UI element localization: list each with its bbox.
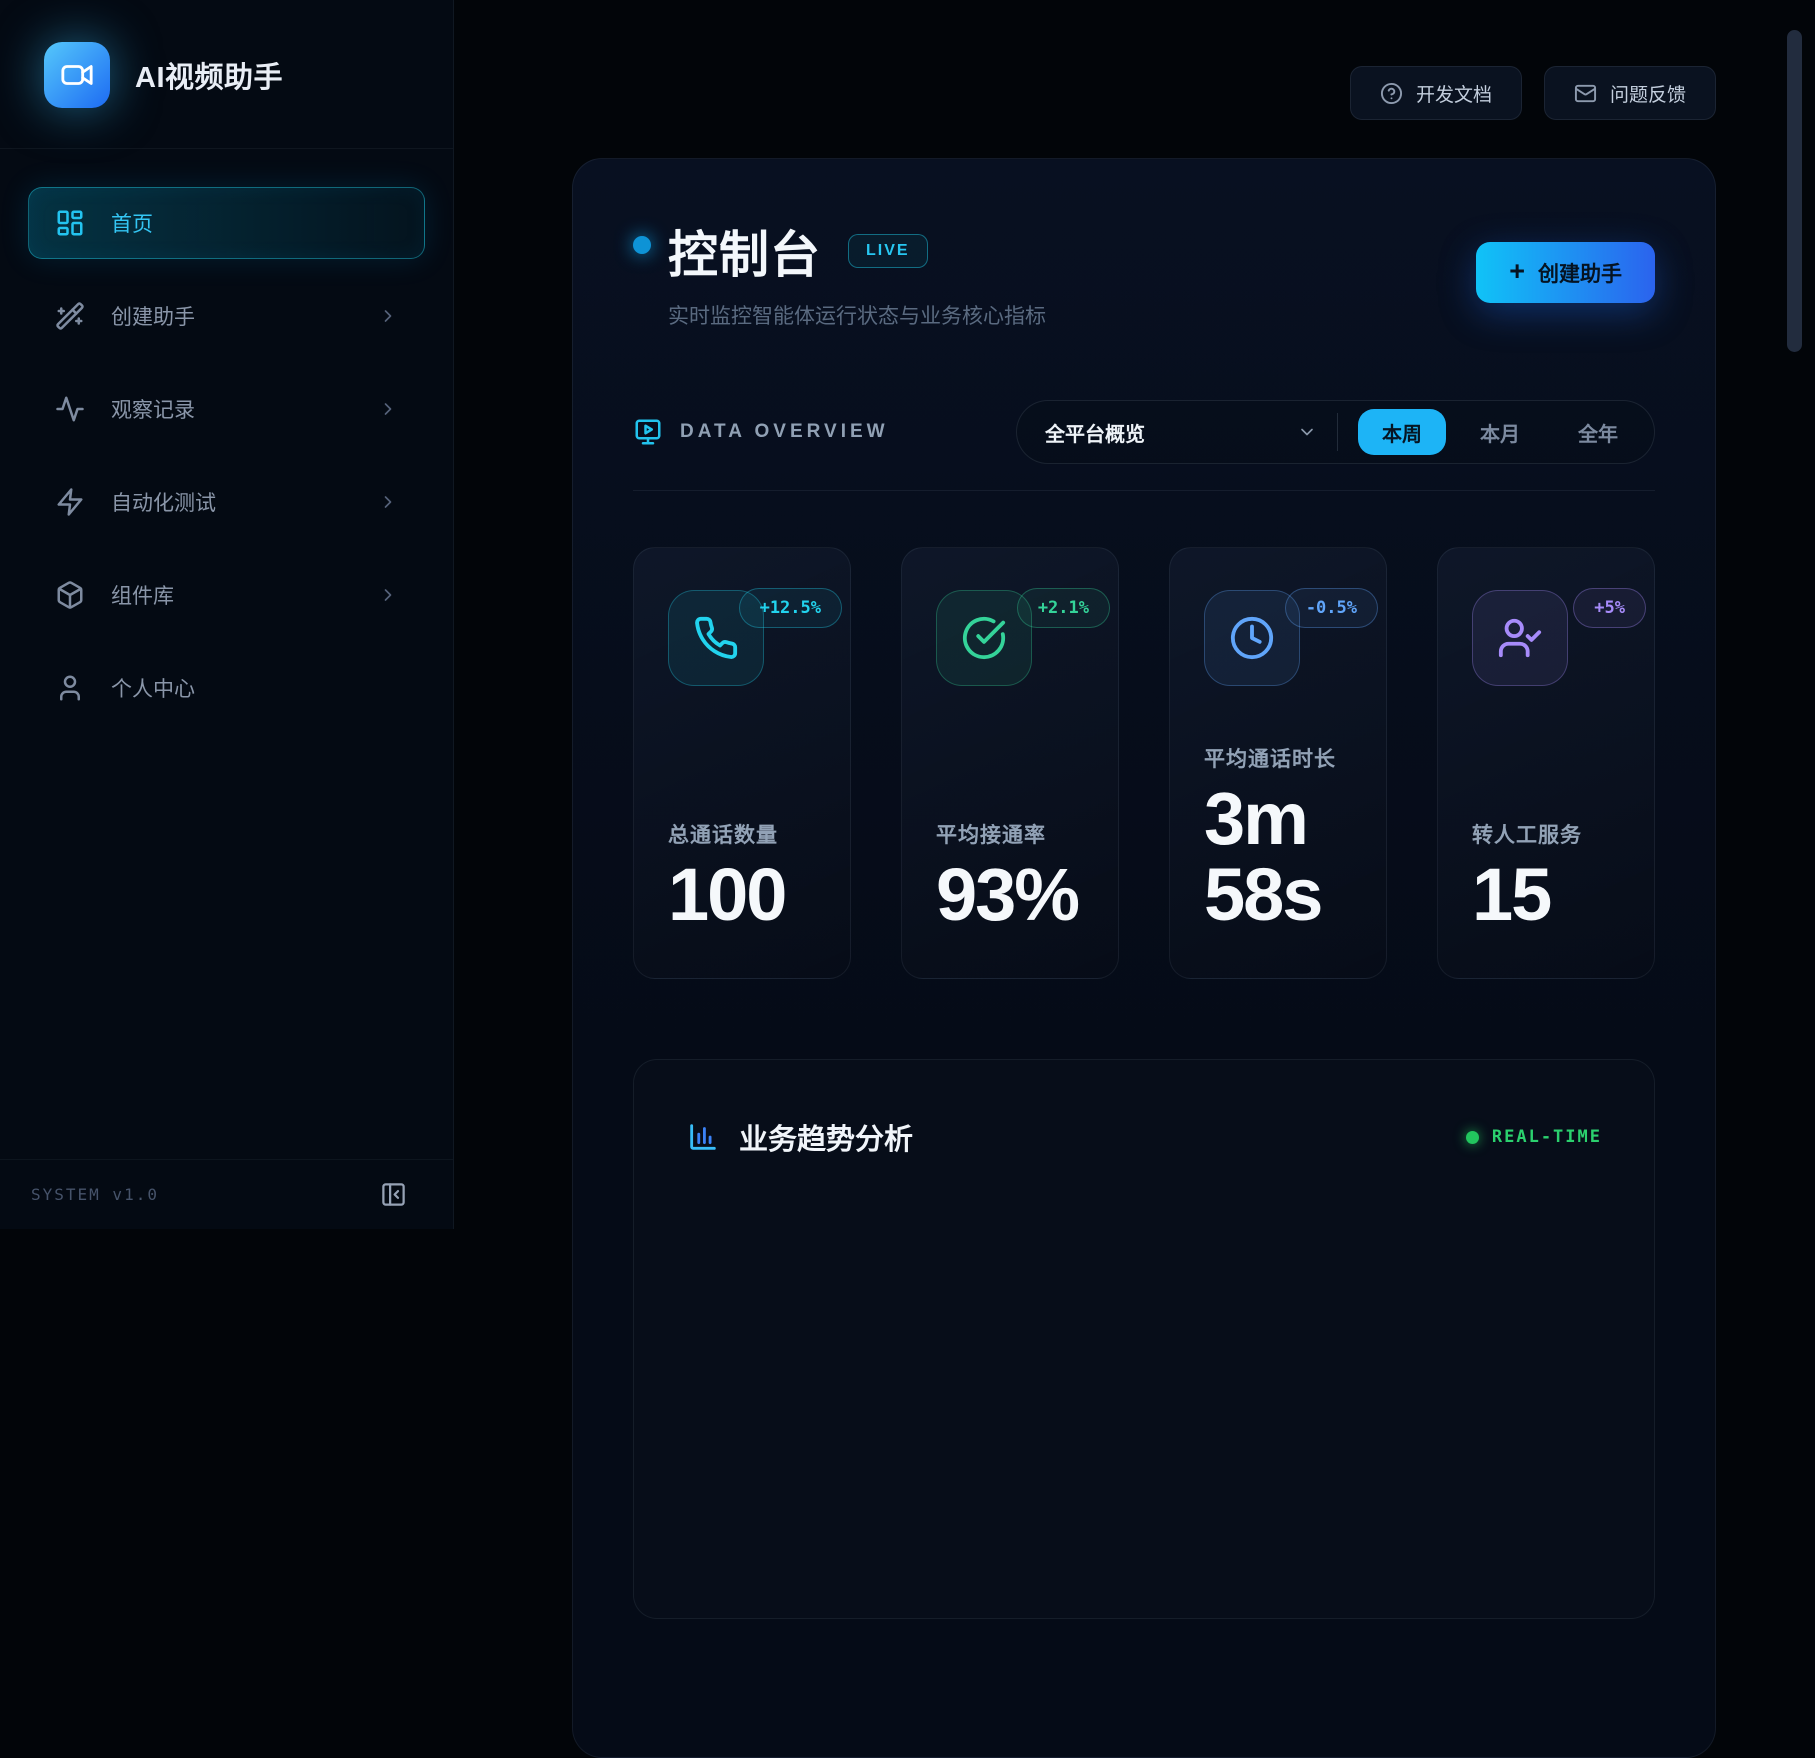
data-overview-heading: DATA OVERVIEW	[680, 421, 889, 443]
user-icon	[55, 673, 85, 703]
realtime-label: REAL-TIME	[1492, 1127, 1602, 1147]
video-camera-icon	[44, 42, 110, 108]
chevron-right-icon	[378, 585, 398, 605]
panel-collapse-icon	[380, 1181, 407, 1208]
chevron-right-icon	[378, 492, 398, 512]
page-title: 控制台	[668, 215, 821, 287]
realtime-indicator: REAL-TIME	[1466, 1127, 1602, 1147]
stat-label: 总通话数量	[668, 819, 816, 849]
tab-this-week[interactable]: 本周	[1358, 409, 1446, 455]
sidebar-footer: SYSTEM v1.0	[0, 1159, 453, 1229]
user-check-icon	[1472, 590, 1568, 686]
sidebar-item-automation-test[interactable]: 自动化测试	[28, 466, 425, 538]
stats-grid: +12.5% 总通话数量 100 +2.1% 平均接通率 93%	[633, 547, 1655, 979]
green-dot-icon	[1466, 1131, 1479, 1144]
trend-title: 业务趋势分析	[739, 1116, 913, 1158]
sidebar-item-component-library[interactable]: 组件库	[28, 559, 425, 631]
stat-card-total-calls: +12.5% 总通话数量 100	[633, 547, 851, 979]
stat-label: 平均接通率	[936, 819, 1084, 849]
stat-value: 93%	[936, 857, 1084, 932]
box-icon	[55, 580, 85, 610]
app-root: AI视频助手 首页 创建助手	[0, 0, 1815, 1229]
chevron-right-icon	[378, 306, 398, 326]
wand-icon	[55, 301, 85, 331]
chevron-right-icon	[378, 399, 398, 419]
sidebar-item-label: 组件库	[111, 580, 174, 610]
page-subtitle: 实时监控智能体运行状态与业务核心指标	[668, 300, 1046, 330]
app-title: AI视频助手	[135, 54, 283, 96]
sidebar-item-create-assistant[interactable]: 创建助手	[28, 280, 425, 352]
create-assistant-button[interactable]: + 创建助手	[1476, 242, 1655, 303]
stat-value: 15	[1472, 857, 1620, 932]
sidebar-item-label: 创建助手	[111, 301, 195, 331]
console-panel: 控制台 LIVE 实时监控智能体运行状态与业务核心指标 + 创建助手	[572, 158, 1716, 1758]
sidebar-item-label: 首页	[111, 208, 153, 238]
help-circle-icon	[1380, 82, 1403, 105]
status-dot	[633, 236, 651, 254]
collapse-sidebar-button[interactable]	[380, 1181, 407, 1208]
delta-badge: +2.1%	[1017, 588, 1110, 628]
sidebar-item-label: 观察记录	[111, 394, 195, 424]
console-header: 控制台 LIVE 实时监控智能体运行状态与业务核心指标 + 创建助手	[633, 215, 1655, 330]
zap-icon	[55, 487, 85, 517]
feedback-button[interactable]: 问题反馈	[1544, 66, 1716, 120]
period-tabs: 本周 本月 全年	[1358, 409, 1642, 455]
brand-header: AI视频助手	[0, 0, 453, 149]
feedback-button-label: 问题反馈	[1610, 80, 1686, 107]
stat-card-human-transfer: +5% 转人工服务 15	[1437, 547, 1655, 979]
sidebar-item-personal-center[interactable]: 个人中心	[28, 652, 425, 724]
sidebar-nav: 首页 创建助手	[0, 149, 453, 1159]
divider	[1337, 413, 1338, 451]
trend-analysis-card: 业务趋势分析 REAL-TIME	[633, 1059, 1655, 1619]
sidebar-item-label: 自动化测试	[111, 487, 216, 517]
sidebar: AI视频助手 首页 创建助手	[0, 0, 454, 1229]
main-content: 开发文档 问题反馈 控制台 LIVE	[454, 0, 1815, 1229]
stat-label: 平均通话时长	[1204, 743, 1352, 773]
docs-button-label: 开发文档	[1416, 80, 1492, 107]
stat-card-avg-duration: -0.5% 平均通话时长 3m 58s	[1169, 547, 1387, 979]
activity-icon	[55, 394, 85, 424]
sidebar-item-label: 个人中心	[111, 673, 195, 703]
platform-select-value: 全平台概览	[1045, 418, 1145, 447]
overview-filter-group: 全平台概览 本周 本月 全年	[1016, 400, 1655, 464]
scrollbar[interactable]	[1787, 30, 1802, 352]
stat-label: 转人工服务	[1472, 819, 1620, 849]
dashboard-icon	[55, 208, 85, 238]
docs-button[interactable]: 开发文档	[1350, 66, 1522, 120]
mail-icon	[1574, 82, 1597, 105]
sidebar-item-observe-records[interactable]: 观察记录	[28, 373, 425, 445]
system-version: SYSTEM v1.0	[31, 1185, 159, 1204]
data-overview-row: DATA OVERVIEW 全平台概览 本周 本月 全年	[633, 400, 1655, 464]
chevron-down-icon	[1297, 422, 1317, 442]
stat-value: 100	[668, 857, 816, 932]
bar-chart-icon	[686, 1120, 720, 1154]
tab-this-month[interactable]: 本月	[1456, 409, 1544, 455]
monitor-play-icon	[633, 417, 663, 447]
tab-full-year[interactable]: 全年	[1554, 409, 1642, 455]
create-assistant-label: 创建助手	[1538, 258, 1622, 288]
stat-value: 3m 58s	[1204, 781, 1352, 932]
divider	[633, 490, 1655, 491]
topbar: 开发文档 问题反馈	[572, 66, 1716, 120]
delta-badge: +12.5%	[739, 588, 842, 628]
sidebar-item-home[interactable]: 首页	[28, 187, 425, 259]
live-badge: LIVE	[848, 234, 928, 268]
delta-badge: +5%	[1573, 588, 1646, 628]
stat-card-answer-rate: +2.1% 平均接通率 93%	[901, 547, 1119, 979]
platform-select[interactable]: 全平台概览	[1045, 418, 1317, 447]
delta-badge: -0.5%	[1285, 588, 1378, 628]
plus-icon: +	[1509, 256, 1525, 287]
